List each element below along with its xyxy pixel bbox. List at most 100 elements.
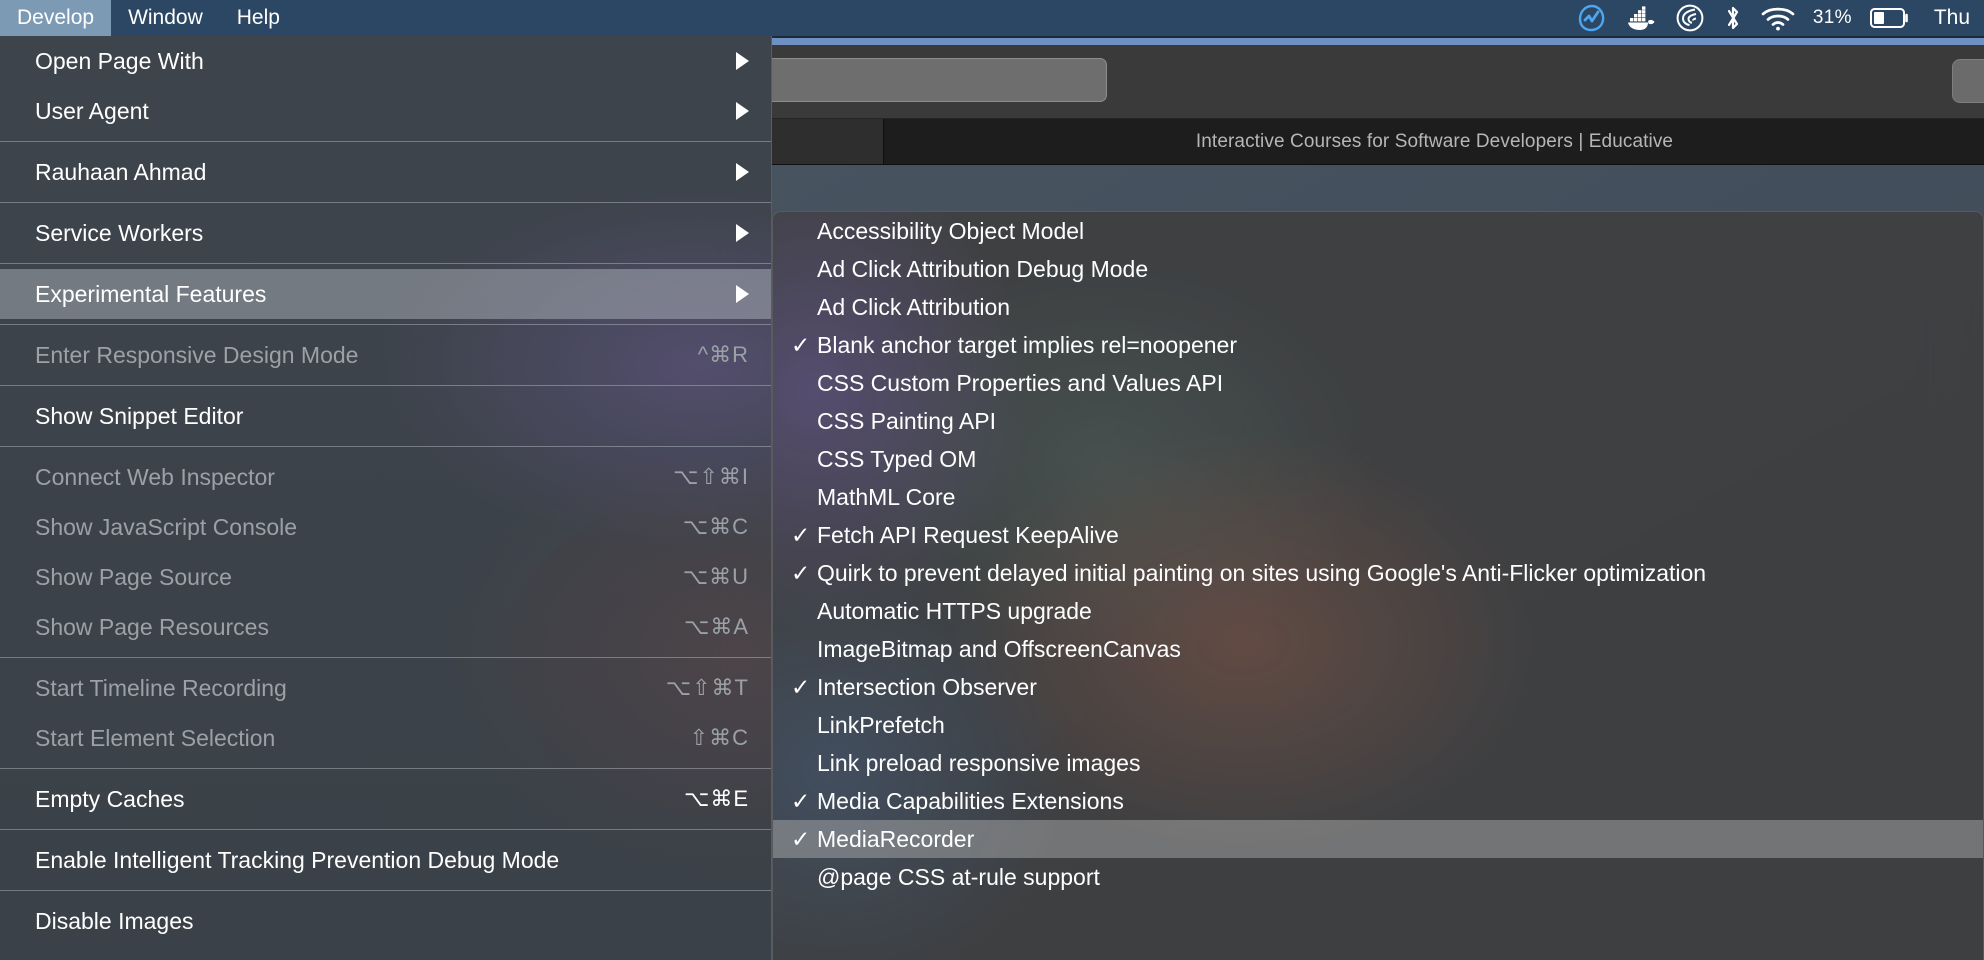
menu-item-label: Empty Caches [35,785,185,812]
checkmark-icon: ✓ [791,331,811,358]
address-bar-input[interactable] [772,58,1107,102]
menu-separator [0,141,771,142]
menu-separator [0,829,771,830]
menubar-item-help[interactable]: Help [220,0,297,36]
tab-inactive[interactable] [772,119,884,164]
menu-separator [0,385,771,386]
menu-item-label: Show JavaScript Console [35,513,298,540]
tab-active[interactable]: Interactive Courses for Software Develop… [885,119,1984,164]
menu-item-show-snippet-editor[interactable]: Show Snippet Editor [0,391,771,441]
submenu-item-mathml-core[interactable]: ✓ MathML Core [773,478,1983,516]
submenu-item-page-css-at-rule-support[interactable]: ✓ @page CSS at-rule support [773,858,1983,896]
bittorrent-icon[interactable] [1675,3,1705,33]
menu-item-disable-styles[interactable]: Disable Styles [0,946,771,960]
menu-item-label: Rauhaan Ahmad [35,158,207,185]
submenu-item-quirk-anti-flicker[interactable]: ✓ Quirk to prevent delayed initial paint… [773,554,1983,592]
menu-item-enter-responsive-design-mode: Enter Responsive Design Mode ^⌘R [0,330,771,380]
checkmark-icon: ✓ [791,521,811,548]
submenu-item-media-capabilities-extensions[interactable]: ✓ Media Capabilities Extensions [773,782,1983,820]
submenu-arrow-icon [736,163,749,181]
toolbar-tab-overview-button[interactable] [1952,59,1984,103]
menu-item-enable-itp-debug-mode[interactable]: Enable Intelligent Tracking Prevention D… [0,835,771,885]
checkmark-icon: ✓ [791,787,811,814]
tab-title: Interactive Courses for Software Develop… [1195,130,1674,152]
menu-item-shortcut: ⌥⌘E [683,786,749,811]
menu-item-label: User Agent [35,97,149,124]
menu-item-shortcut: ⌥⌘A [683,614,749,639]
menu-item-shortcut: ⌥⇧⌘T [665,675,749,700]
bluetooth-icon[interactable] [1723,3,1743,33]
battery-icon[interactable] [1869,7,1910,29]
submenu-item-accessibility-object-model[interactable]: ✓ Accessibility Object Model [773,212,1983,250]
menu-item-disable-images[interactable]: Disable Images [0,896,771,946]
submenu-item-label: CSS Custom Properties and Values API [817,369,1224,396]
menu-item-open-page-with[interactable]: Open Page With [0,36,771,86]
submenu-item-ad-click-attribution[interactable]: ✓ Ad Click Attribution [773,288,1983,326]
menu-item-show-javascript-console: Show JavaScript Console ⌥⌘C [0,502,771,552]
menu-item-label: Show Page Source [35,563,232,590]
submenu-item-css-custom-properties-values-api[interactable]: ✓ CSS Custom Properties and Values API [773,364,1983,402]
submenu-item-label: Blank anchor target implies rel=noopener [817,331,1237,358]
menubar-clock[interactable]: Thu [1934,6,1970,30]
menu-item-label: Connect Web Inspector [35,463,275,490]
submenu-item-ad-click-attribution-debug-mode[interactable]: ✓ Ad Click Attribution Debug Mode [773,250,1983,288]
submenu-item-css-typed-om[interactable]: ✓ CSS Typed OM [773,440,1983,478]
submenu-arrow-icon [736,102,749,120]
submenu-item-automatic-https-upgrade[interactable]: ✓ Automatic HTTPS upgrade [773,592,1983,630]
menu-item-label: Show Page Resources [35,613,269,640]
checkmark-icon: ✓ [791,825,811,852]
menu-item-service-workers[interactable]: Service Workers [0,208,771,258]
menu-item-shortcut: ⇧⌘C [689,725,749,750]
menu-item-label: Service Workers [35,219,204,246]
menu-item-shortcut: ⌥⇧⌘I [673,464,749,489]
submenu-item-linkprefetch[interactable]: ✓ LinkPrefetch [773,706,1983,744]
submenu-item-css-painting-api[interactable]: ✓ CSS Painting API [773,402,1983,440]
submenu-item-mediarecorder[interactable]: ✓ MediaRecorder [773,820,1983,858]
submenu-item-intersection-observer[interactable]: ✓ Intersection Observer [773,668,1983,706]
submenu-item-fetch-api-request-keepalive[interactable]: ✓ Fetch API Request KeepAlive [773,516,1983,554]
checkmark-icon: ✓ [791,559,811,586]
develop-dropdown-menu: Open Page With User Agent Rauhaan Ahmad … [0,36,772,960]
menu-item-experimental-features[interactable]: Experimental Features [0,269,771,319]
window-titlebar [772,36,1984,45]
submenu-item-link-preload-responsive-images[interactable]: ✓ Link preload responsive images [773,744,1983,782]
submenu-arrow-icon [736,52,749,70]
submenu-item-label: Fetch API Request KeepAlive [817,521,1119,548]
submenu-item-label: Media Capabilities Extensions [817,787,1124,814]
menubar-item-window[interactable]: Window [111,0,220,36]
menubar-item-develop[interactable]: Develop [0,0,112,36]
macos-menubar: Develop Window Help 31% Thu [0,0,1984,36]
menu-item-show-page-resources: Show Page Resources ⌥⌘A [0,602,771,652]
menu-item-label: Enable Intelligent Tracking Prevention D… [35,846,560,873]
submenu-item-label: @page CSS at-rule support [817,863,1100,890]
submenu-item-label: CSS Painting API [817,407,996,434]
docker-whale-icon[interactable] [1625,5,1657,31]
submenu-item-label: Ad Click Attribution Debug Mode [817,255,1149,282]
menu-separator [0,446,771,447]
menu-item-empty-caches[interactable]: Empty Caches ⌥⌘E [0,774,771,824]
menu-item-label: Start Element Selection [35,724,276,751]
checkmark-icon: ✓ [791,673,811,700]
submenu-arrow-icon [736,224,749,242]
menu-item-shortcut: ^⌘R [697,342,749,367]
submenu-item-label: Accessibility Object Model [817,217,1085,244]
tab-bar: Interactive Courses for Software Develop… [772,119,1984,165]
menu-separator [0,768,771,769]
menu-item-start-timeline-recording: Start Timeline Recording ⌥⇧⌘T [0,663,771,713]
menu-item-label: Open Page With [35,47,204,74]
submenu-item-label: Link preload responsive images [817,749,1141,776]
submenu-item-blank-anchor-target-noopener[interactable]: ✓ Blank anchor target implies rel=noopen… [773,326,1983,364]
menu-item-label: Experimental Features [35,280,267,307]
menubar-status-area: 31% Thu [1577,0,1984,36]
menu-item-rauhaan-ahmad[interactable]: Rauhaan Ahmad [0,147,771,197]
menu-separator [0,263,771,264]
wifi-icon[interactable] [1761,5,1795,31]
submenu-item-imagebitmap-offscreencanvas[interactable]: ✓ ImageBitmap and OffscreenCanvas [773,630,1983,668]
submenu-item-label: CSS Typed OM [817,445,977,472]
browser-toolbar [772,45,1984,119]
menu-item-user-agent[interactable]: User Agent [0,86,771,136]
stats-chart-icon[interactable] [1577,3,1607,33]
menu-separator [0,202,771,203]
submenu-item-label: MediaRecorder [817,825,975,852]
menu-separator [0,890,771,891]
